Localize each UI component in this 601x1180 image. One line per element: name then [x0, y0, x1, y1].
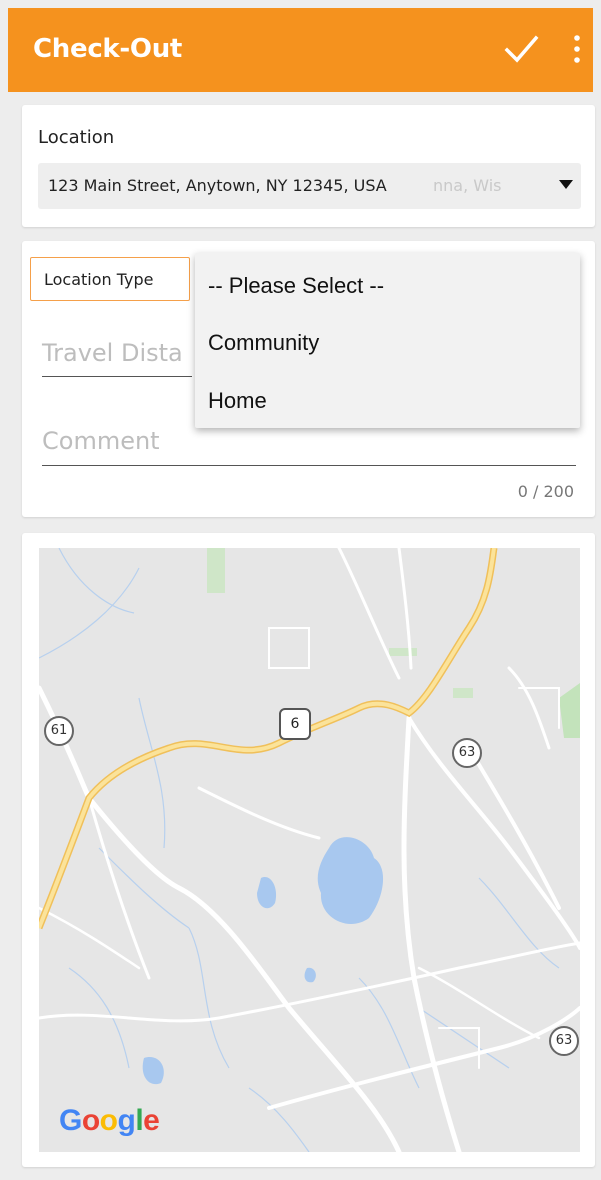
- location-type-select[interactable]: Location Type: [30, 257, 190, 301]
- route-61-shield: 61: [44, 716, 74, 746]
- comment-counter: 0 / 200: [517, 482, 574, 501]
- route-63-shield-south: 63: [549, 1026, 579, 1056]
- option-home[interactable]: Home: [208, 388, 267, 414]
- app-bar: Check-Out: [8, 8, 593, 92]
- location-type-label: Location Type: [44, 270, 154, 289]
- map-view[interactable]: 61 6 63 63 Google: [39, 548, 580, 1152]
- comment-underline: [42, 465, 576, 466]
- location-card: Location nna, Wis 123 Main Street, Anyto…: [22, 105, 595, 227]
- location-value: 123 Main Street, Anytown, NY 12345, USA: [48, 176, 387, 195]
- dropdown-arrow-icon: [559, 180, 573, 189]
- google-logo: Google: [59, 1104, 160, 1137]
- more-vert-icon[interactable]: [571, 28, 583, 70]
- location-type-dropdown-menu: -- Please Select -- Community Home: [195, 253, 580, 428]
- map-roads: [39, 548, 580, 1152]
- page-title: Check-Out: [33, 34, 183, 64]
- option-please-select[interactable]: -- Please Select --: [208, 273, 384, 299]
- location-label: Location: [38, 127, 115, 148]
- route-6-shield: 6: [279, 708, 311, 740]
- location-ghost-text: nna, Wis: [433, 176, 502, 195]
- travel-distance-underline: [42, 376, 192, 377]
- location-select[interactable]: nna, Wis 123 Main Street, Anytown, NY 12…: [38, 163, 581, 209]
- check-icon[interactable]: [501, 26, 541, 72]
- map-card: 61 6 63 63 Google: [22, 533, 595, 1167]
- travel-distance-input[interactable]: Travel Dista: [42, 339, 183, 367]
- route-63-shield: 63: [452, 738, 482, 768]
- option-community[interactable]: Community: [208, 330, 319, 356]
- comment-input[interactable]: Comment: [42, 427, 160, 455]
